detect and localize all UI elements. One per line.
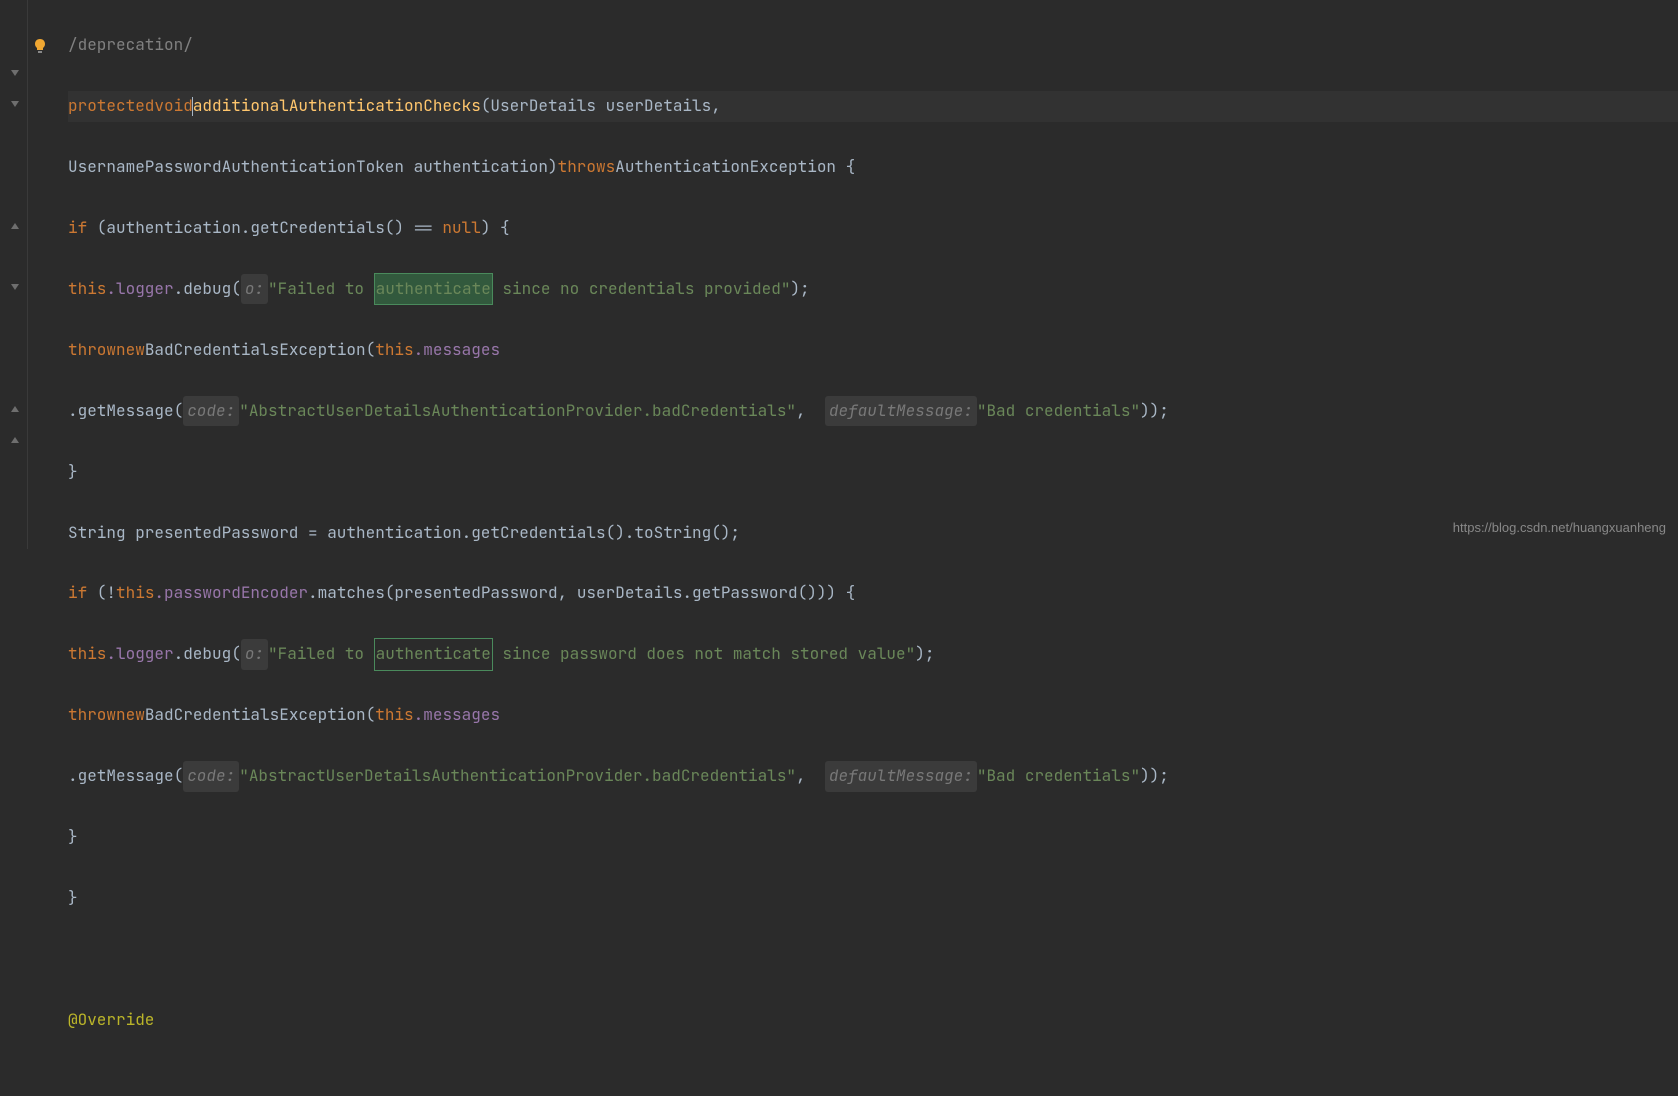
keyword: if <box>68 213 87 243</box>
gutter <box>0 0 28 549</box>
field: .passwordEncoder <box>154 578 308 608</box>
code-content[interactable]: /deprecation/ protected void additionalA… <box>28 0 1678 549</box>
keyword: throws <box>558 152 616 182</box>
string: "AbstractUserDetailsAuthenticationProvid… <box>239 761 796 791</box>
code-line: /deprecation/ <box>68 30 1678 61</box>
param-hint: defaultMessage: <box>825 761 977 791</box>
keyword: this <box>68 274 106 304</box>
code-line: throw new BadCredentialsException(this.m… <box>68 700 1678 731</box>
code-line: String presentedPassword = authenticatio… <box>68 518 1678 549</box>
text: .matches(presentedPassword, userDetails.… <box>308 578 855 608</box>
code-line: .getMessage( code: "AbstractUserDetailsA… <box>68 761 1678 792</box>
code-line: this.logger.debug( o: "Failed to authent… <box>68 639 1678 670</box>
type: BadCredentialsException( <box>145 700 375 730</box>
search-highlight: authenticate <box>374 273 493 305</box>
code-line: } <box>68 822 1678 853</box>
code-line: protected void additionalAuthenticationC… <box>68 91 1678 122</box>
fold-icon[interactable] <box>10 435 22 447</box>
code-line: } <box>68 883 1678 914</box>
fold-icon[interactable] <box>10 404 22 416</box>
string: "AbstractUserDetailsAuthenticationProvid… <box>239 396 796 426</box>
text: , <box>796 761 825 791</box>
code-line <box>68 944 1678 975</box>
fold-icon[interactable] <box>10 99 22 111</box>
string: "Failed to <box>268 639 374 669</box>
fold-icon[interactable] <box>10 68 22 80</box>
search-highlight: authenticate <box>374 638 493 670</box>
keyword: this <box>116 578 154 608</box>
params: UsernamePasswordAuthenticationToken auth… <box>68 152 558 182</box>
text: ); <box>915 639 934 669</box>
keyword: this <box>375 700 413 730</box>
text: , <box>796 396 825 426</box>
code-editor[interactable]: /deprecation/ protected void additionalA… <box>0 0 1678 549</box>
fold-icon[interactable] <box>10 221 22 233</box>
text: )); <box>1140 396 1169 426</box>
code-line: this.logger.debug( o: "Failed to authent… <box>68 274 1678 305</box>
text: (! <box>87 578 116 608</box>
code-line: throw new BadCredentialsException(this.m… <box>68 335 1678 366</box>
keyword: this <box>375 335 413 365</box>
keyword: if <box>68 578 87 608</box>
param-hint: o: <box>241 639 268 669</box>
field: .messages <box>414 335 500 365</box>
code-line: UsernamePasswordAuthenticationToken auth… <box>68 152 1678 183</box>
fold-icon[interactable] <box>10 282 22 294</box>
comment: /deprecation/ <box>68 30 193 60</box>
string: "Failed to <box>268 274 374 304</box>
code-line: if (authentication.getCredentials() == n… <box>68 213 1678 244</box>
annotation: @Override <box>68 1005 154 1035</box>
keyword: protected <box>68 91 154 121</box>
keyword: new <box>116 700 145 730</box>
brace: } <box>68 457 78 487</box>
text: ); <box>790 274 809 304</box>
keyword: throw <box>68 700 116 730</box>
string: "Bad credentials" <box>977 396 1140 426</box>
code-line: } <box>68 457 1678 488</box>
watermark: https://blog.csdn.net/huangxuanheng <box>1453 516 1666 541</box>
text: .getMessage( <box>68 396 183 426</box>
code-line: .getMessage( code: "AbstractUserDetailsA… <box>68 396 1678 427</box>
text: )); <box>1140 761 1169 791</box>
text: .getMessage( <box>68 761 183 791</box>
keyword: throw <box>68 335 116 365</box>
text: .debug( <box>174 639 241 669</box>
text: .debug( <box>174 274 241 304</box>
param-hint: defaultMessage: <box>825 396 977 426</box>
field: .messages <box>414 700 500 730</box>
string: "Bad credentials" <box>977 761 1140 791</box>
string: since no credentials provided" <box>493 274 791 304</box>
brace: } <box>68 822 78 852</box>
type: BadCredentialsException( <box>145 335 375 365</box>
field: .logger <box>106 639 173 669</box>
type: AuthenticationException { <box>615 152 855 182</box>
param-hint: code: <box>183 396 239 426</box>
keyword: this <box>68 639 106 669</box>
text: ) { <box>481 213 510 243</box>
keyword: void <box>154 91 192 121</box>
param-hint: o: <box>241 274 268 304</box>
text: (authentication.getCredentials() == <box>87 213 442 243</box>
brace: } <box>68 883 78 913</box>
keyword: null <box>442 213 480 243</box>
text: String presentedPassword = authenticatio… <box>68 518 740 548</box>
code-line: if (!this.passwordEncoder.matches(presen… <box>68 578 1678 609</box>
code-line: @Override <box>68 1005 1678 1036</box>
field: .logger <box>106 274 173 304</box>
params: (UserDetails userDetails, <box>481 91 721 121</box>
method-name: additionalAuthenticationChecks <box>193 91 481 121</box>
param-hint: code: <box>183 761 239 791</box>
string: since password does not match stored val… <box>493 639 915 669</box>
keyword: new <box>116 335 145 365</box>
